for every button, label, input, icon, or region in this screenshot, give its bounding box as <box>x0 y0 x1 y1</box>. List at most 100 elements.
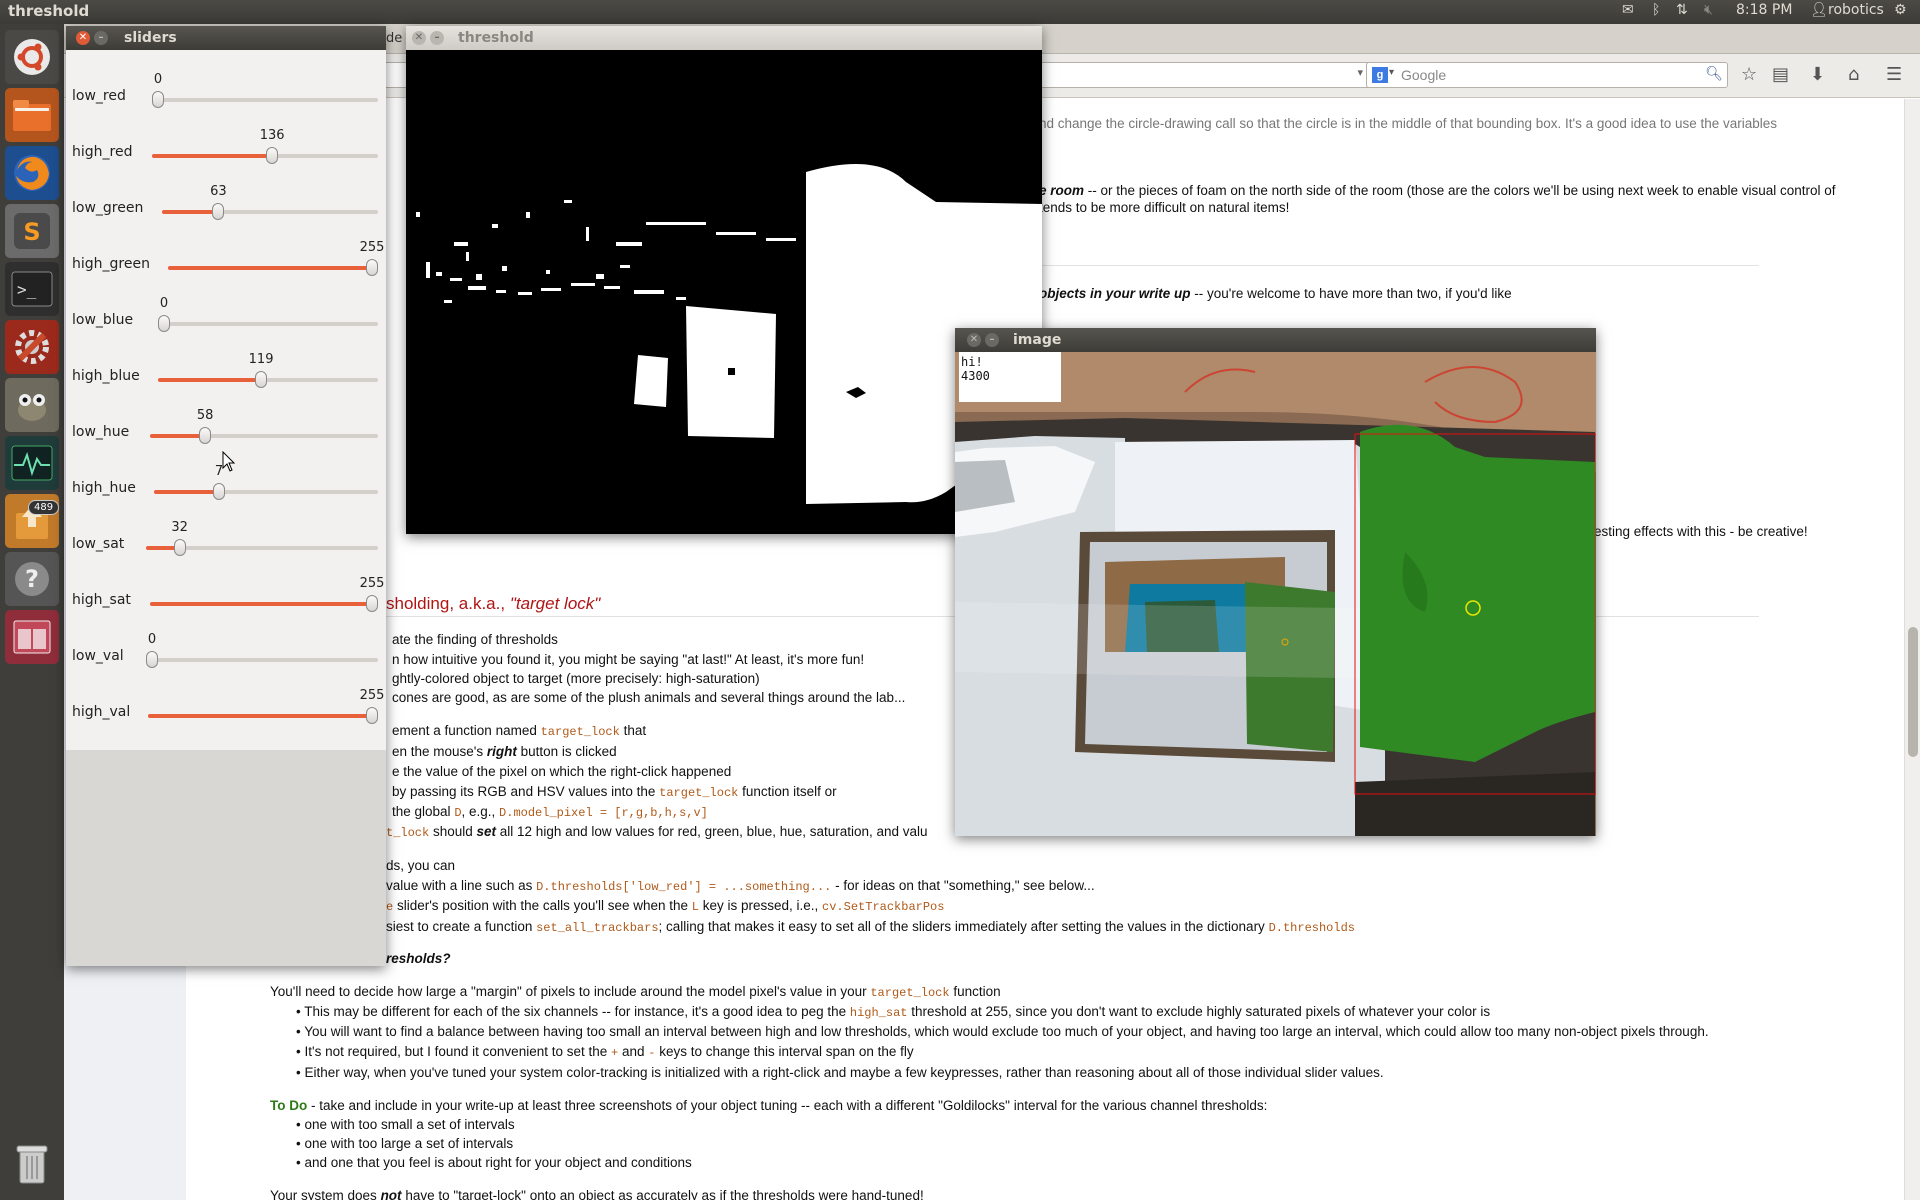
search-engine-dropdown-icon[interactable]: ▾ <box>1389 67 1394 78</box>
trackbar-handle[interactable] <box>366 259 378 276</box>
close-icon[interactable]: ✕ <box>967 333 981 347</box>
image-window: ✕ – image hi! 4300 <box>955 328 1596 836</box>
trackbar-fill <box>154 490 220 494</box>
overlay-pixel-count: 4300 <box>961 369 990 383</box>
window-title: sliders <box>124 30 177 46</box>
trackbar-label-low-val: low_val <box>72 648 124 664</box>
trackbar-low-hue[interactable] <box>150 427 378 444</box>
clock[interactable]: 8:18 PM <box>1736 2 1792 18</box>
search-bar[interactable]: g ▾ Google 🔍︎ <box>1366 62 1728 88</box>
trackbar-high-val[interactable] <box>148 707 378 724</box>
window-title: threshold <box>458 30 534 46</box>
bookmarks-menu-icon[interactable]: ▤ <box>1772 64 1789 85</box>
trackbar-low-green[interactable] <box>162 203 378 220</box>
list-item: cones are good, as are some of the plush… <box>392 690 906 705</box>
workspace-switcher-icon[interactable] <box>5 610 59 664</box>
image-titlebar[interactable]: ✕ – image <box>955 328 1596 352</box>
google-search-engine-icon[interactable]: g <box>1372 67 1388 83</box>
volume-muted-icon[interactable]: 🔇︎ <box>1704 2 1713 18</box>
page-scrollbar[interactable] <box>1904 99 1920 1200</box>
paragraph: You'll need to decide how large a "margi… <box>270 984 1001 1000</box>
trackbar-high-blue[interactable] <box>158 371 378 388</box>
list-item: the global D, e.g., D.model_pixel = [r,g… <box>392 804 708 820</box>
trackbar-label-high-val: high_val <box>72 704 131 720</box>
home-icon[interactable]: ⌂ <box>1848 64 1859 85</box>
trackbar-label-high-green: high_green <box>72 256 150 272</box>
user-icon[interactable]: 👤︎ <box>1810 2 1828 18</box>
trackbar-low-val[interactable] <box>146 651 378 668</box>
dash-home-icon[interactable] <box>5 30 59 84</box>
downloads-icon[interactable]: ⬇ <box>1810 64 1825 85</box>
trackbar-low-sat[interactable] <box>146 539 378 556</box>
help-icon[interactable]: ? <box>5 552 59 606</box>
trackbar-low-blue[interactable] <box>158 315 378 332</box>
trackbar-low-red[interactable] <box>152 91 378 108</box>
trackbar-handle[interactable] <box>366 707 378 724</box>
trackbar-handle[interactable] <box>266 147 279 164</box>
trackbar-fill <box>152 154 273 158</box>
trackbar-handle[interactable] <box>158 315 170 332</box>
menu-hamburger-icon[interactable]: ☰ <box>1886 64 1902 85</box>
trackbar-handle[interactable] <box>255 371 268 388</box>
system-monitor-icon[interactable] <box>5 436 59 490</box>
bookmark-star-icon[interactable]: ☆ <box>1741 64 1757 85</box>
trackbar-handle[interactable] <box>213 483 226 500</box>
paragraph: Your system does not have to "target-loc… <box>270 1188 924 1200</box>
user-menu[interactable]: robotics <box>1828 2 1884 18</box>
overlay-greeting: hi! <box>961 355 983 369</box>
list-item: by passing its RGB and HSV values into t… <box>392 784 837 800</box>
launcher: S >_ 489 ? <box>0 24 64 1200</box>
trackbar-handle[interactable] <box>152 91 164 108</box>
list-item: t_lock should set all 12 high and low va… <box>386 824 928 840</box>
trackbar-handle[interactable] <box>173 539 186 556</box>
threshold-window: ✕ – threshold <box>406 26 1042 534</box>
system-settings-icon[interactable] <box>5 320 59 374</box>
terminal-icon[interactable]: >_ <box>5 262 59 316</box>
trackbar-handle[interactable] <box>199 427 212 444</box>
mail-icon[interactable]: ✉ <box>1622 2 1634 18</box>
close-icon[interactable]: ✕ <box>76 31 90 45</box>
trackbar-label-low-hue: low_hue <box>72 424 130 440</box>
trackbar-handle[interactable] <box>366 595 378 612</box>
trackbar-label-low-sat: low_sat <box>72 536 125 552</box>
trackbar-high-red[interactable] <box>152 147 378 164</box>
paragraph-fragment: tends to be more difficult on natural it… <box>1039 200 1290 215</box>
minimize-icon[interactable]: – <box>94 31 108 45</box>
files-folder-icon[interactable] <box>5 88 59 142</box>
trackbar-handle[interactable] <box>212 203 225 220</box>
firefox-icon[interactable] <box>5 146 59 200</box>
trash-icon[interactable] <box>5 1136 59 1190</box>
tab-title[interactable]: de <box>386 31 402 46</box>
list-item: • one with too small a set of intervals <box>296 1117 515 1132</box>
search-magnifier-icon[interactable]: 🔍︎ <box>1705 65 1723 82</box>
close-icon[interactable]: ✕ <box>412 31 426 45</box>
threshold-titlebar[interactable]: ✕ – threshold <box>406 26 1042 50</box>
trackbar-fill <box>168 266 372 270</box>
trackbar-value: 0 <box>159 296 169 311</box>
url-dropdown-icon[interactable]: ▾ <box>1357 66 1363 79</box>
bluetooth-icon[interactable]: ᛒ <box>1652 2 1660 18</box>
list-item: en the mouse's right button is clicked <box>392 744 617 759</box>
trackbar-fill <box>162 210 219 214</box>
trackbar-list: low_red 0 high_red 136 low_green 63 high_green… <box>66 50 386 750</box>
network-icon[interactable]: ⇅ <box>1676 2 1688 18</box>
minimize-icon[interactable]: – <box>985 333 999 347</box>
list-item: • one with too large a set of intervals <box>296 1136 514 1151</box>
scrollbar-thumb[interactable] <box>1908 627 1918 757</box>
trackbar-high-sat[interactable] <box>150 595 378 612</box>
list-item: ghtly-colored object to target (more pre… <box>392 671 760 686</box>
trackbar-high-hue[interactable] <box>154 483 378 500</box>
sublime-text-icon[interactable]: S <box>5 204 59 258</box>
list-item: • Either way, when you've tuned your sys… <box>296 1065 1384 1080</box>
sliders-titlebar[interactable]: ✕ – sliders <box>66 26 386 50</box>
trackbar-handle[interactable] <box>146 651 158 668</box>
trackbar-value: 255 <box>359 576 385 591</box>
divider <box>1039 265 1759 266</box>
trackbar-label-low-blue: low_blue <box>72 312 134 328</box>
subsection-heading: resholds? <box>386 951 451 966</box>
settings-gear-icon[interactable]: ⚙ <box>1894 2 1907 18</box>
gimp-icon[interactable] <box>5 378 59 432</box>
minimize-icon[interactable]: – <box>430 31 444 45</box>
list-item: n how intuitive you found it, you might … <box>392 652 865 667</box>
trackbar-high-green[interactable] <box>168 259 378 276</box>
